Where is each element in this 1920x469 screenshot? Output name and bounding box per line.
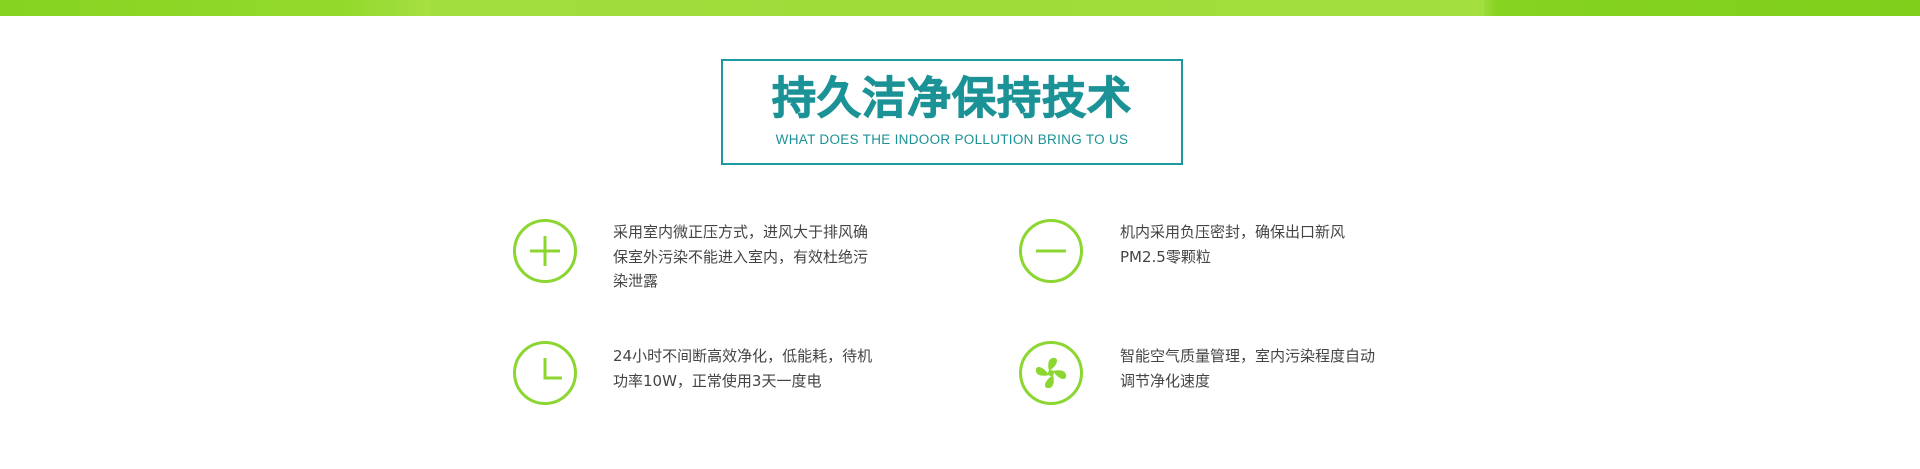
feature-text: 机内采用负压密封，确保出口新风 PM2.5零颗粒: [1120, 223, 1346, 266]
feature-text: 智能空气质量管理，室内污染程度自动 调节净化速度: [1120, 347, 1376, 390]
section-title-box: 持久洁净保持技术 WHAT DOES THE INDOOR POLLUTION …: [721, 59, 1183, 165]
feature-text: 24小时不间断高效净化，低能耗，待机 功率10W，正常使用3天一度电: [613, 347, 873, 390]
top-band-center: [430, 0, 1484, 16]
section-subtitle: WHAT DOES THE INDOOR POLLUTION BRING TO …: [775, 132, 1129, 147]
clock-icon: [513, 341, 577, 405]
plus-icon: [513, 219, 577, 283]
feature-text: 采用室内微正压方式，进风大于排风确 保室外污染不能进入室内，有效杜绝污 染泄露: [613, 223, 869, 290]
fan-icon: [1019, 341, 1083, 405]
top-color-band: [0, 0, 1920, 16]
minus-icon: [1019, 219, 1083, 283]
section-title: 持久洁净保持技术: [772, 73, 1132, 125]
